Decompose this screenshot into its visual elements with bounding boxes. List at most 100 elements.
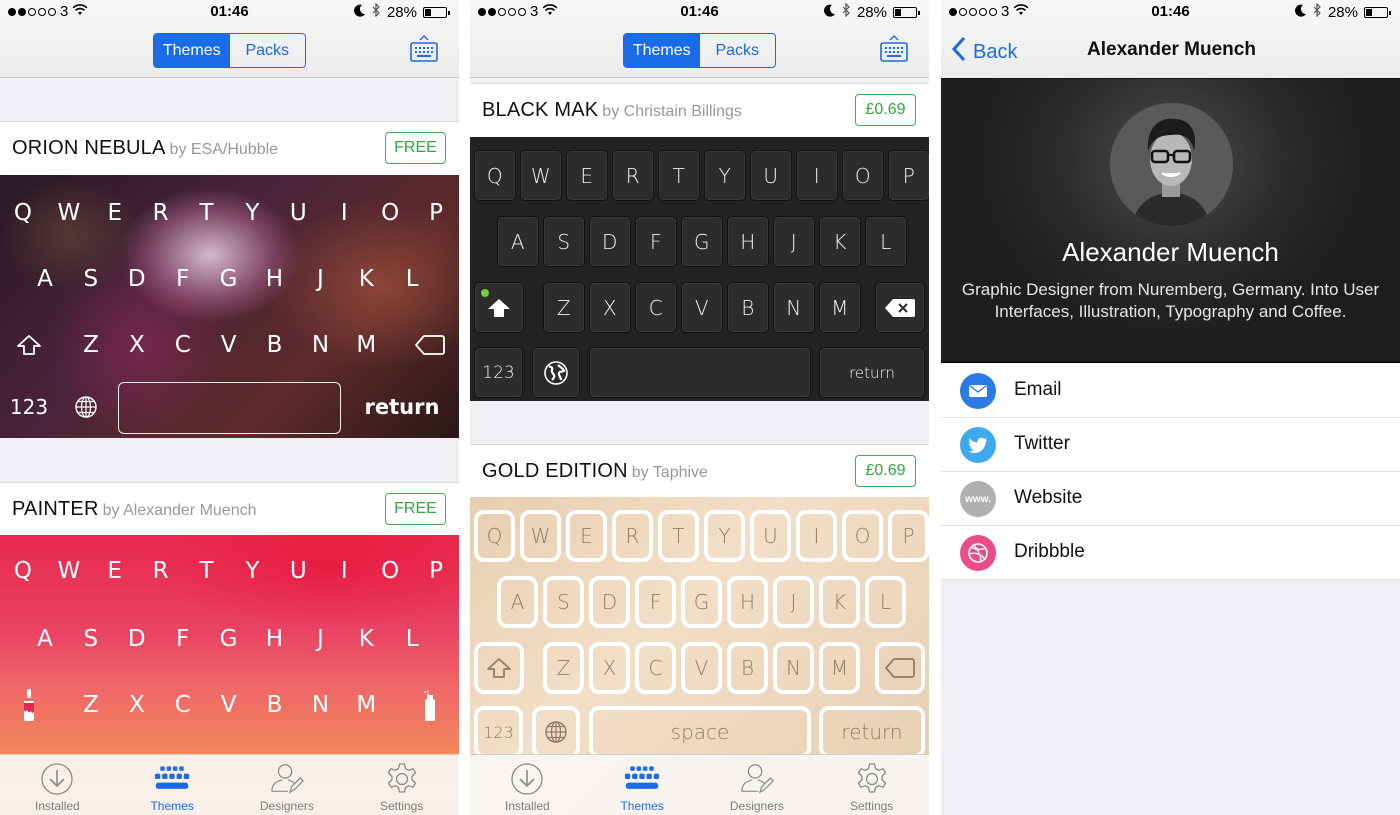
key-s[interactable]: S <box>543 216 585 267</box>
key-i[interactable]: I <box>796 150 838 201</box>
key-h[interactable]: H <box>252 259 298 299</box>
key-j[interactable]: J <box>773 216 815 267</box>
key-b[interactable]: B <box>252 685 298 725</box>
price-button[interactable]: £0.69 <box>855 94 916 126</box>
tab-designers[interactable]: Designers <box>700 755 815 815</box>
key-z[interactable]: Z <box>543 642 584 694</box>
key-u[interactable]: U <box>275 193 321 233</box>
link-dribbble[interactable]: Dribbble <box>941 526 1400 580</box>
key-e[interactable]: E <box>92 193 138 233</box>
key-m[interactable]: M <box>819 642 860 694</box>
key-y[interactable]: Y <box>704 510 745 562</box>
key-b[interactable]: B <box>252 325 298 365</box>
key-g[interactable]: G <box>206 619 252 659</box>
key-p[interactable]: P <box>413 193 459 233</box>
return-key[interactable]: return <box>819 706 925 758</box>
key-h[interactable]: H <box>727 216 769 267</box>
key-q[interactable]: Q <box>474 150 516 201</box>
key-r[interactable]: R <box>612 510 653 562</box>
key-f[interactable]: F <box>635 576 676 628</box>
key-l[interactable]: L <box>865 576 906 628</box>
key-o[interactable]: O <box>367 193 413 233</box>
globe-icon[interactable] <box>532 706 580 758</box>
tab-installed[interactable]: Installed <box>0 755 115 815</box>
key-p[interactable]: P <box>413 551 459 591</box>
key-w[interactable]: W <box>520 150 562 201</box>
key-h[interactable]: H <box>252 619 298 659</box>
key-c[interactable]: C <box>160 685 206 725</box>
price-button[interactable]: FREE <box>385 132 446 164</box>
keyboard-preview-orion[interactable]: Q W E R T Y U I O P A S D F G H J K L Z X C V B N M 123 return <box>0 175 459 438</box>
key-z[interactable]: Z <box>68 325 114 365</box>
paint-brush-icon[interactable] <box>6 685 52 725</box>
key-x[interactable]: X <box>589 642 630 694</box>
key-y[interactable]: Y <box>230 551 276 591</box>
key-e[interactable]: E <box>92 551 138 591</box>
key-j[interactable]: J <box>297 619 343 659</box>
shift-key[interactable] <box>6 325 52 365</box>
key-r[interactable]: R <box>138 551 184 591</box>
space-key[interactable] <box>118 382 341 434</box>
key-v[interactable]: V <box>206 325 252 365</box>
key-k[interactable]: K <box>819 216 861 267</box>
key-v[interactable]: V <box>681 282 723 333</box>
key-w[interactable]: W <box>520 510 561 562</box>
key-p[interactable]: P <box>888 510 929 562</box>
keyboard-toggle-icon[interactable] <box>409 34 439 64</box>
key-b[interactable]: B <box>727 282 769 333</box>
key-n[interactable]: N <box>773 642 814 694</box>
key-a[interactable]: A <box>497 216 539 267</box>
space-key[interactable]: space <box>589 706 811 758</box>
return-key[interactable]: return <box>352 387 452 427</box>
key-o[interactable]: O <box>367 551 413 591</box>
key-m[interactable]: M <box>343 325 389 365</box>
key-y[interactable]: Y <box>704 150 746 201</box>
keyboard-preview-black-mak[interactable]: Q W E R T Y U I O P A S D F G H J K L Z X C V B N M 123 return <box>470 137 929 401</box>
key-l[interactable]: L <box>865 216 907 267</box>
spray-can-icon[interactable] <box>407 685 453 725</box>
space-key[interactable] <box>589 347 811 398</box>
key-r[interactable]: R <box>138 193 184 233</box>
key-k[interactable]: K <box>343 619 389 659</box>
key-e[interactable]: E <box>566 150 608 201</box>
keyboard-toggle-icon[interactable] <box>879 34 909 64</box>
key-s[interactable]: S <box>68 259 114 299</box>
tab-installed[interactable]: Installed <box>470 755 585 815</box>
key-o[interactable]: O <box>842 510 883 562</box>
key-h[interactable]: H <box>727 576 768 628</box>
key-j[interactable]: J <box>297 259 343 299</box>
key-g[interactable]: G <box>681 576 722 628</box>
key-d[interactable]: D <box>114 259 160 299</box>
key-z[interactable]: Z <box>543 282 585 333</box>
key-f[interactable]: F <box>160 259 206 299</box>
key-q[interactable]: Q <box>0 551 46 591</box>
key-b[interactable]: B <box>727 642 768 694</box>
key-f[interactable]: F <box>635 216 677 267</box>
theme-card-header[interactable]: ORION NEBULA by ESA/Hubble FREE <box>0 121 459 175</box>
key-t[interactable]: T <box>658 150 700 201</box>
price-button[interactable]: FREE <box>385 493 446 525</box>
globe-icon[interactable] <box>532 347 580 398</box>
segment-packs[interactable]: Packs <box>700 34 776 67</box>
key-t[interactable]: T <box>184 551 230 591</box>
key-x[interactable]: X <box>114 685 160 725</box>
key-c[interactable]: C <box>635 282 677 333</box>
tab-settings[interactable]: Settings <box>344 755 459 815</box>
key-d[interactable]: D <box>589 216 631 267</box>
link-twitter[interactable]: Twitter <box>941 418 1400 472</box>
key-s[interactable]: S <box>543 576 584 628</box>
key-v[interactable]: V <box>681 642 722 694</box>
key-m[interactable]: M <box>819 282 861 333</box>
link-website[interactable]: www. Website <box>941 472 1400 526</box>
key-q[interactable]: Q <box>474 510 515 562</box>
price-button[interactable]: £0.69 <box>855 455 916 487</box>
shift-key[interactable] <box>474 642 524 694</box>
tab-themes[interactable]: Themes <box>585 755 700 815</box>
theme-card-header[interactable]: GOLD EDITION by Taphive £0.69 <box>470 444 929 498</box>
tab-settings[interactable]: Settings <box>814 755 929 815</box>
link-email[interactable]: Email <box>941 364 1400 418</box>
key-d[interactable]: D <box>589 576 630 628</box>
segment-themes[interactable]: Themes <box>154 34 230 67</box>
key-o[interactable]: O <box>842 150 884 201</box>
key-z[interactable]: Z <box>68 685 114 725</box>
